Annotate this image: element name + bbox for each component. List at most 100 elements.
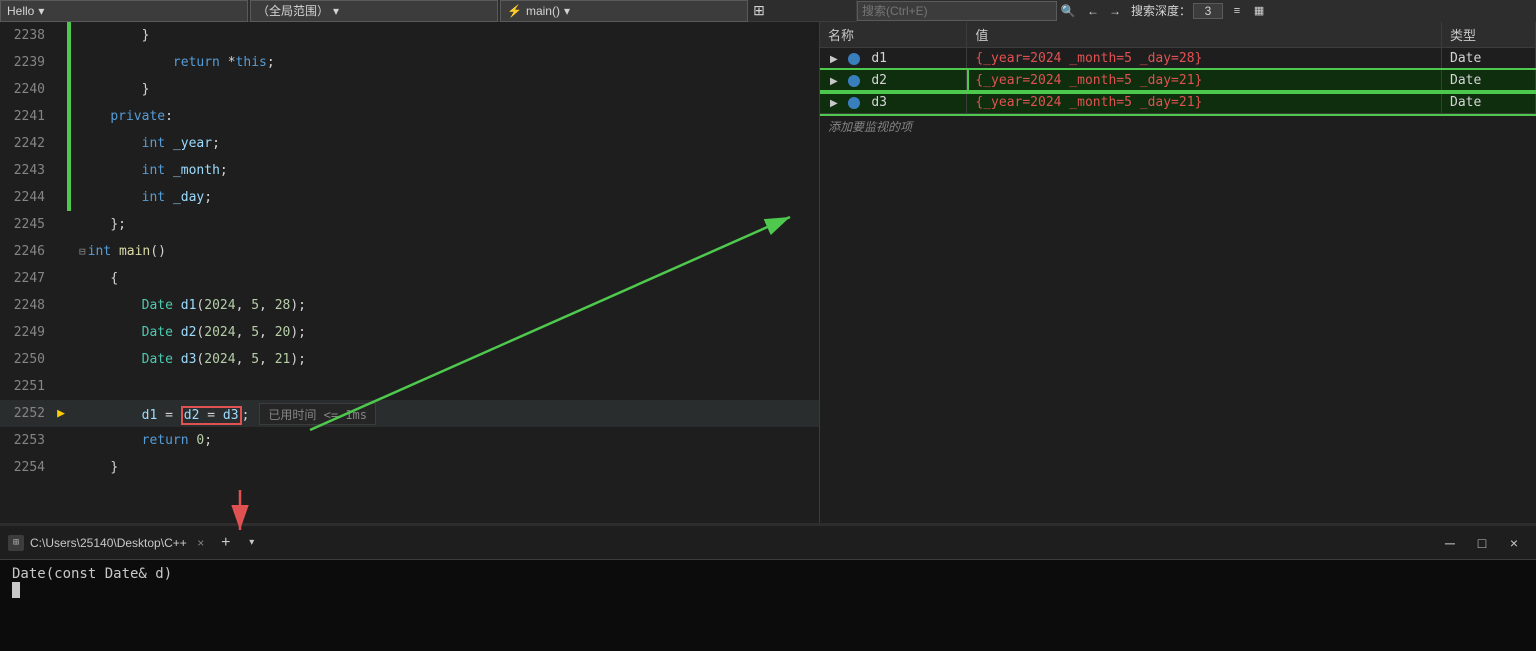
- watch-row-d3: ▶ d3 {_year=2024 _month=5 _day=21} Date: [820, 92, 1536, 114]
- scope-arrow-icon: ▾: [333, 4, 339, 18]
- code-line-2248: 2248 Date d1(2024, 5, 28);: [0, 292, 819, 319]
- col-name-header: 名称: [820, 22, 967, 48]
- toolbar-icons: ≡ ▦: [1223, 1, 1273, 21]
- search-button[interactable]: 🔍: [1057, 0, 1079, 22]
- terminal-panel: ⊞ C:\Users\25140\Desktop\C++ × + ▾ ─ □ ×…: [0, 523, 1536, 651]
- code-line-2244: 2244 int _day;: [0, 184, 819, 211]
- terminal-dropdown-button[interactable]: ▾: [243, 532, 261, 554]
- line-num-2238: 2238: [0, 28, 55, 43]
- code-content-2252: d1 = d2 = d3;已用时间 <= 1ms: [71, 403, 376, 425]
- line-num-2240: 2240: [0, 82, 55, 97]
- expand-d2-button[interactable]: ▶: [828, 76, 840, 87]
- code-line-2239: 2239 return *this;: [0, 49, 819, 76]
- toolbar-icon-1[interactable]: ≡: [1227, 1, 1247, 21]
- code-content-2251: [71, 379, 87, 394]
- watch-value-d3: {_year=2024 _month=5 _day=21}: [967, 92, 1442, 114]
- search-input[interactable]: [857, 1, 1057, 21]
- line-num-2245: 2245: [0, 217, 55, 232]
- terminal-header: ⊞ C:\Users\25140\Desktop\C++ × + ▾ ─ □ ×: [0, 526, 1536, 560]
- terminal-minimize-button[interactable]: ─: [1436, 529, 1464, 557]
- code-content-2243: int _month;: [71, 163, 228, 178]
- top-toolbar: Hello ▾ （全局范围） ▾ ⚡ main() ▾ ⊞ 🔍 ← → 搜索深度…: [0, 0, 1536, 22]
- code-content-2241: private:: [71, 109, 173, 124]
- toolbar-icon-2[interactable]: ▦: [1249, 1, 1269, 21]
- terminal-close-tab-button[interactable]: ×: [193, 535, 209, 551]
- line-num-2239: 2239: [0, 55, 55, 70]
- code-line-2252: 2252 ▶ d1 = d2 = d3;已用时间 <= 1ms: [0, 400, 819, 427]
- code-line-2247: 2247 {: [0, 265, 819, 292]
- code-content-2253: return 0;: [71, 433, 212, 448]
- hello-label: Hello: [7, 4, 34, 18]
- code-line-2249: 2249 Date d2(2024, 5, 20);: [0, 319, 819, 346]
- code-line-2245: 2245 };: [0, 211, 819, 238]
- add-watch-item[interactable]: 添加要监视的项: [820, 114, 1536, 139]
- code-line-2242: 2242 int _year;: [0, 130, 819, 157]
- code-content-2249: Date d2(2024, 5, 20);: [71, 325, 306, 340]
- current-line-arrow-icon: ▶: [55, 406, 67, 421]
- watch-value-d1: {_year=2024 _month=5 _day=28}: [967, 48, 1442, 70]
- watch-table-header: 名称 值 类型: [820, 22, 1536, 48]
- terminal-output: Date(const Date& d): [12, 566, 172, 582]
- col-value-header: 值: [967, 22, 1442, 48]
- terminal-add-button[interactable]: +: [215, 532, 237, 554]
- obj-icon-d3: [848, 97, 860, 109]
- line-num-2248: 2248: [0, 298, 55, 313]
- watch-row-d2: ▶ d2 {_year=2024 _month=5 _day=21} Date: [820, 70, 1536, 92]
- line-num-2253: 2253: [0, 433, 55, 448]
- watch-label-d1: d1: [871, 51, 887, 66]
- func-dropdown[interactable]: ⚡ main() ▾: [500, 0, 748, 22]
- pin-button[interactable]: ⊞: [748, 0, 770, 22]
- line-num-2254: 2254: [0, 460, 55, 475]
- line-num-2243: 2243: [0, 163, 55, 178]
- terminal-window-buttons: ─ □ ×: [1436, 529, 1528, 557]
- line-num-2249: 2249: [0, 325, 55, 340]
- scope-dropdown[interactable]: （全局范围） ▾: [250, 0, 498, 22]
- code-content-2248: Date d1(2024, 5, 28);: [71, 298, 306, 313]
- line-num-2246: 2246: [0, 244, 55, 259]
- terminal-maximize-button[interactable]: □: [1468, 529, 1496, 557]
- depth-label: 搜索深度：: [1129, 2, 1193, 19]
- code-content-2239: return *this;: [71, 55, 275, 70]
- code-line-2250: 2250 Date d3(2024, 5, 21);: [0, 346, 819, 373]
- code-line-2254: 2254 }: [0, 454, 819, 481]
- code-content-2240: }: [71, 82, 149, 97]
- hello-arrow-icon: ▾: [38, 4, 44, 18]
- watch-value-d2: {_year=2024 _month=5 _day=21}: [967, 70, 1442, 92]
- terminal-cursor: [12, 582, 20, 598]
- nav-fwd-button[interactable]: →: [1105, 2, 1125, 20]
- expand-d3-button[interactable]: ▶: [828, 98, 840, 109]
- nav-back-button[interactable]: ←: [1083, 2, 1103, 20]
- watch-panel: 名称 值 类型 ▶ d1 {_year=2024 _month=5 _day=2…: [820, 22, 1536, 523]
- col-type-header: 类型: [1442, 22, 1536, 48]
- obj-icon-d2: [848, 75, 860, 87]
- watch-name-d2: ▶ d2: [820, 70, 967, 92]
- search-area: 🔍 ← → 搜索深度： ≡ ▦: [856, 0, 1536, 22]
- terminal-close-window-button[interactable]: ×: [1500, 529, 1528, 557]
- hello-dropdown[interactable]: Hello ▾: [0, 0, 248, 22]
- main-container: 2238 } 2239 return *this; 2240 }: [0, 22, 1536, 523]
- code-content-2238: }: [71, 28, 149, 43]
- watch-table: 名称 值 类型 ▶ d1 {_year=2024 _month=5 _day=2…: [820, 22, 1536, 114]
- code-line-2253: 2253 return 0;: [0, 427, 819, 454]
- nav-arrows: ← →: [1079, 2, 1129, 20]
- exec-time: 已用时间 <= 1ms: [259, 403, 376, 425]
- expand-d1-button[interactable]: ▶: [828, 54, 840, 65]
- watch-label-d3: d3: [871, 95, 887, 110]
- terminal-icon: ⊞: [13, 537, 19, 548]
- line-num-2241: 2241: [0, 109, 55, 124]
- line-num-2242: 2242: [0, 136, 55, 151]
- code-panel: 2238 } 2239 return *this; 2240 }: [0, 22, 820, 523]
- code-line-2246: 2246 ⊟int main(): [0, 238, 819, 265]
- code-content-2244: int _day;: [71, 190, 212, 205]
- code-line-2240: 2240 }: [0, 76, 819, 103]
- watch-type-d3: Date: [1442, 92, 1536, 114]
- code-content-2242: int _year;: [71, 136, 220, 151]
- watch-name-d3: ▶ d3: [820, 92, 967, 114]
- terminal-title: C:\Users\25140\Desktop\C++: [30, 536, 187, 550]
- code-content-2245: };: [71, 217, 126, 232]
- watch-label-d2: d2: [871, 73, 887, 88]
- code-line-2238: 2238 }: [0, 22, 819, 49]
- obj-icon-d1: [848, 53, 860, 65]
- depth-input[interactable]: [1193, 3, 1223, 19]
- code-line-2251: 2251: [0, 373, 819, 400]
